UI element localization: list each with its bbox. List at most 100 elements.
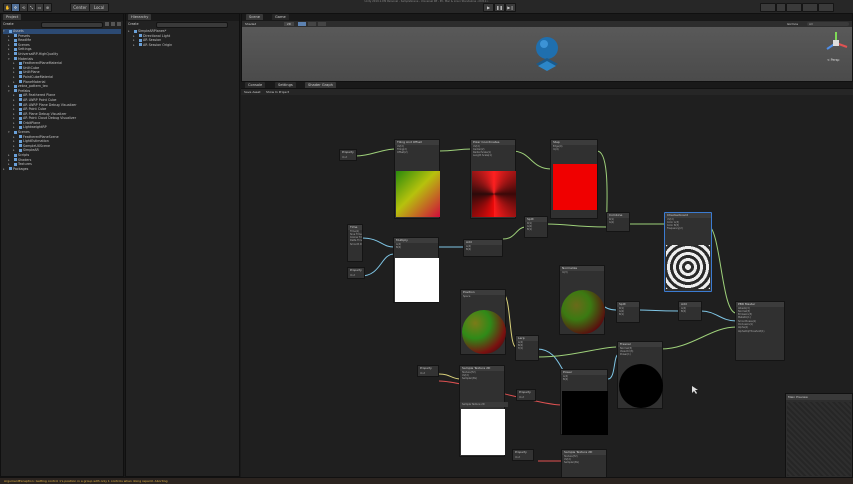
split-node[interactable]: Split R(1) G(1) B(1) bbox=[524, 216, 548, 238]
node-preview bbox=[619, 364, 663, 408]
persp-label[interactable]: < Persp bbox=[827, 58, 839, 62]
tree-item-label: zebra_pattern_tex bbox=[18, 84, 48, 89]
asset-icon bbox=[14, 89, 17, 93]
shader-graph-canvas[interactable]: Save Asset Show In Project Property Out … bbox=[241, 88, 853, 478]
asset-icon bbox=[19, 139, 22, 143]
combine-node[interactable]: Combine R(1) G(1) bbox=[606, 212, 630, 232]
filter-icon[interactable] bbox=[105, 22, 109, 26]
tree-item-label: OrbitPlane bbox=[23, 120, 41, 125]
asset-icon bbox=[19, 121, 22, 125]
node-preview bbox=[396, 171, 440, 217]
effects-toggle-icon[interactable] bbox=[318, 22, 326, 26]
time-node[interactable]: Time Time(1) Sine Time(1) Cosine Time(1)… bbox=[347, 224, 363, 262]
property-node[interactable]: Property Out bbox=[339, 149, 357, 161]
step-button[interactable]: ▶❙ bbox=[505, 3, 516, 12]
tree-item-label: AR Plane Debug Visualizer bbox=[23, 111, 67, 116]
project-search-input[interactable] bbox=[41, 22, 103, 28]
layers-dropdown[interactable] bbox=[802, 3, 818, 12]
add-node[interactable]: Add A(4) B(4) bbox=[463, 239, 503, 257]
step-node[interactable]: Step Edge(4) In(4) bbox=[550, 139, 598, 219]
asset-icon bbox=[19, 103, 22, 106]
pivot-center-toggle[interactable]: Center bbox=[70, 3, 90, 12]
scene-gizmo-icon[interactable] bbox=[822, 29, 850, 59]
asset-icon bbox=[19, 75, 22, 79]
asset-icon bbox=[14, 84, 17, 88]
hierarchy-search-input[interactable] bbox=[156, 22, 228, 28]
main-preview-viewport[interactable] bbox=[787, 402, 851, 476]
tab-scene[interactable]: Scene bbox=[246, 14, 263, 20]
tree-item-label: AR Point Cube bbox=[23, 107, 47, 112]
scene-object-icon[interactable] bbox=[532, 34, 562, 74]
play-button[interactable]: ▶ bbox=[483, 3, 494, 12]
tab-hierarchy[interactable]: Hierarchy bbox=[128, 14, 152, 20]
cloud-icon[interactable] bbox=[776, 3, 786, 12]
add-node[interactable]: Add A(4) B(4) bbox=[678, 301, 702, 321]
main-preview-panel[interactable]: Main Preview bbox=[785, 393, 853, 478]
checkerboard-node[interactable]: Checkerboard UV(2) Color A(3) Color B(3)… bbox=[664, 212, 712, 292]
tree-item[interactable]: ▸ Packages bbox=[3, 167, 121, 172]
project-panel: Project Create ▾ Assets ▸ Presets ▸ ReadMe ▸ Sc… bbox=[0, 13, 124, 477]
audio-toggle-icon[interactable] bbox=[308, 22, 316, 26]
tree-item-label: SimpleARPlanes* bbox=[138, 29, 167, 33]
asset-icon bbox=[134, 29, 137, 33]
main-toolbar: ✋ ✥ ⟲ ⤡ ▭ ⊕ Center Local Unity 2019.1.0f… bbox=[0, 0, 853, 14]
tree-item-label: Presets bbox=[18, 33, 30, 38]
asset-icon bbox=[14, 52, 17, 56]
property-node[interactable]: Property Out bbox=[512, 449, 534, 461]
node-preview bbox=[395, 258, 439, 302]
transform-tool-icon[interactable]: ⊕ bbox=[43, 3, 52, 12]
fresnel-node[interactable]: Fresnel Normal(3) View Dir(3) Power(1) bbox=[617, 341, 663, 409]
project-create-button[interactable]: Create bbox=[3, 22, 14, 27]
tree-item-label: Textures bbox=[18, 162, 32, 167]
asset-icon bbox=[19, 135, 22, 139]
multiply-node[interactable]: Multiply A(4) B(4) bbox=[393, 237, 439, 303]
node-preview bbox=[462, 310, 506, 354]
star-icon[interactable] bbox=[117, 22, 121, 26]
normalize-node[interactable]: Normalize In(3) bbox=[559, 265, 605, 335]
hierarchy-create-button[interactable]: Create bbox=[128, 22, 139, 27]
pivot-local-toggle[interactable]: Local bbox=[89, 3, 109, 12]
toggle-2d-button[interactable]: 2D bbox=[284, 22, 294, 26]
tree-item[interactable]: ▸ AR Session Origin bbox=[128, 43, 237, 48]
split-node[interactable]: Split R(1) G(1) B(1) bbox=[616, 301, 640, 323]
tab-game[interactable]: Game bbox=[272, 14, 289, 20]
label-icon[interactable] bbox=[111, 22, 115, 26]
asset-icon bbox=[14, 158, 17, 162]
node-preview bbox=[666, 245, 710, 289]
pause-button[interactable]: ❚❚ bbox=[494, 3, 505, 12]
lerp-node[interactable]: Lerp A(4) B(4) T(4) bbox=[515, 335, 539, 361]
asset-icon bbox=[19, 80, 22, 84]
asset-icon bbox=[19, 144, 22, 148]
scene-panel: Scene Game Shaded 2D Gizmos All < Persp bbox=[241, 13, 853, 82]
tab-project[interactable]: Project bbox=[3, 14, 22, 20]
power-node[interactable]: Power A(4) B(4) bbox=[560, 369, 608, 435]
asset-icon bbox=[19, 107, 22, 111]
property-node[interactable]: Property Out bbox=[417, 365, 439, 377]
layout-dropdown[interactable] bbox=[818, 3, 834, 12]
asset-icon bbox=[14, 34, 17, 38]
polar-coordinates-node[interactable]: Polar Coordinates UV(2) Center(2) Radial… bbox=[470, 139, 516, 219]
sample-texture-node[interactable]: Sample Texture 2D Texture(T2) UV(2) Samp… bbox=[459, 365, 508, 457]
asset-icon bbox=[14, 43, 17, 47]
asset-icon bbox=[139, 34, 142, 38]
main-preview-title: Main Preview bbox=[786, 394, 852, 400]
tree-item-label: Scenes bbox=[18, 130, 30, 135]
position-node[interactable]: Position Space bbox=[460, 289, 506, 355]
tree-item-label: Shaders bbox=[18, 157, 32, 162]
account-button[interactable] bbox=[786, 3, 802, 12]
tree-item-label: PointCubeMaterial bbox=[23, 74, 54, 79]
pbr-master-node[interactable]: PBR Master Albedo(3) Normal(3) Emission(… bbox=[735, 301, 785, 361]
property-node[interactable]: Property Out bbox=[516, 389, 536, 401]
sample-texture-node[interactable]: Sample Texture 2D Texture(T2) UV(2) Samp… bbox=[561, 449, 607, 478]
collab-button[interactable] bbox=[760, 3, 776, 12]
tree-item-label: ReadMe bbox=[18, 38, 32, 43]
node-preview bbox=[472, 171, 516, 217]
scene-search-input[interactable]: All bbox=[807, 22, 849, 26]
tiling-offset-node[interactable]: Tiling And Offset UV(2) Tiling(2) Offset… bbox=[394, 139, 440, 219]
asset-icon bbox=[19, 70, 22, 74]
status-message[interactable]: ArgumentException: Getting control 1's p… bbox=[0, 479, 168, 483]
property-node[interactable]: Property Out bbox=[347, 267, 365, 279]
tree-item-label: AR LWRP Plane Debug Visualizer bbox=[23, 102, 77, 107]
node-preview bbox=[561, 290, 605, 334]
lighting-toggle-icon[interactable] bbox=[298, 22, 306, 26]
